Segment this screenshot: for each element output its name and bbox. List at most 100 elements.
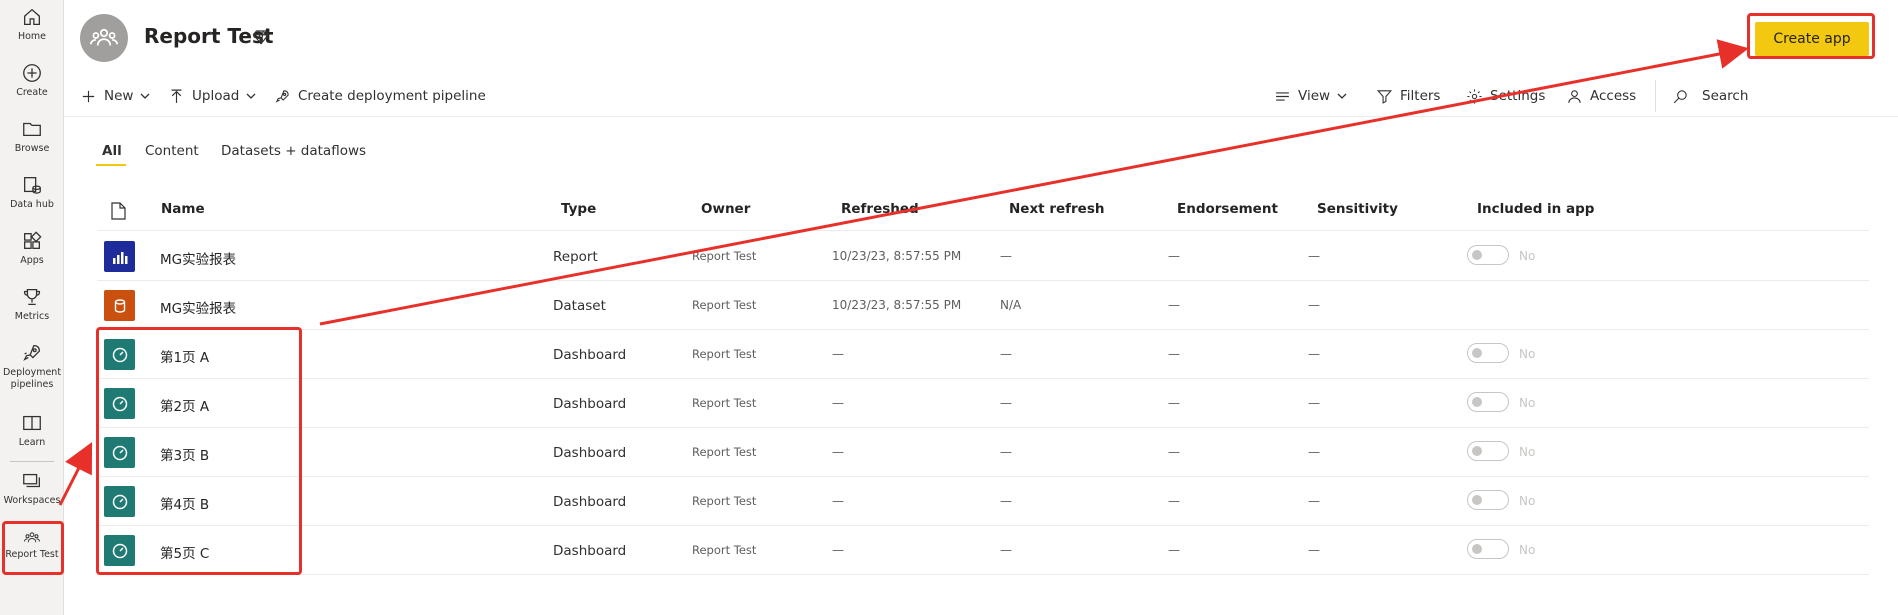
nav-apps[interactable]: Apps [0,230,64,267]
include-in-app-toggle[interactable] [1467,441,1509,461]
toggle-state-label: No [1519,249,1536,263]
trophy-icon [23,289,41,305]
toggle-state-label: No [1519,396,1536,410]
tab-datasets-dataflows[interactable]: Datasets + dataflows [221,143,366,159]
item-type: Dashboard [553,347,627,363]
settings-button[interactable]: Settings [1466,86,1545,106]
row-divider [97,329,1869,330]
item-sensitivity: — [1308,494,1320,508]
dataset-tile [104,290,135,321]
filters-label: Filters [1400,88,1441,104]
toggle-state-label: No [1519,494,1536,508]
column-header-type[interactable]: Type [561,201,596,217]
row-divider [97,427,1869,428]
access-button[interactable]: Access [1566,86,1636,106]
item-next-refresh: — [1000,543,1012,557]
home-icon [24,8,40,25]
workspace-avatar [80,14,128,62]
item-sensitivity: — [1308,396,1320,410]
item-refreshed: — [832,494,844,508]
item-next-refresh: — [1000,347,1012,361]
new-button[interactable]: New [80,86,151,106]
upload-label: Upload [192,88,240,104]
nav-label: Apps [20,255,44,266]
view-button[interactable]: View [1274,86,1348,106]
nav-label: Workspaces [3,495,61,506]
nav-data-hub[interactable]: Data hub [0,174,64,211]
row-divider [97,574,1869,575]
item-type: Dashboard [553,396,627,412]
column-header-sensitivity[interactable]: Sensitivity [1317,201,1398,217]
item-next-refresh: — [1000,494,1012,508]
database-icon [114,298,125,313]
item-type: Dashboard [553,494,627,510]
column-header-owner[interactable]: Owner [701,201,750,217]
item-refreshed: — [832,445,844,459]
filters-button[interactable]: Filters [1376,86,1440,106]
toggle-state-label: No [1519,347,1536,361]
include-in-app-toggle[interactable] [1467,245,1509,265]
person-icon [1568,89,1581,103]
column-header-refreshed[interactable]: Refreshed [841,201,919,217]
tab-content[interactable]: Content [145,143,199,159]
nav-learn[interactable]: Learn [0,412,64,449]
annotation-arrow-to-dashboards [58,441,93,506]
active-tab-indicator [96,164,126,166]
nav-browse[interactable]: Browse [0,118,64,155]
nav-create[interactable]: Create [0,62,64,99]
search-box[interactable]: Search [1672,86,1748,106]
create-deployment-pipeline-button[interactable]: Create deployment pipeline [274,86,486,106]
folder-icon [23,122,41,137]
item-owner: Report Test [692,298,757,312]
plus-circle-icon [23,64,41,82]
nav-deployment-pipelines[interactable]: Deployment pipelines [0,342,64,391]
new-label: New [104,88,134,104]
item-owner: Report Test [692,396,757,410]
item-type: Dashboard [553,445,627,461]
chevron-down-icon [1337,93,1347,99]
filter-icon [1376,89,1393,104]
access-label: Access [1590,88,1637,104]
item-next-refresh: — [1000,396,1012,410]
item-endorsement: — [1168,543,1180,557]
item-endorsement: — [1168,494,1180,508]
include-in-app-toggle[interactable] [1467,392,1509,412]
item-sensitivity: — [1308,298,1320,312]
highlight-box-create-app [1747,13,1875,59]
item-name[interactable]: MG实验报表 [160,248,236,268]
column-header-name[interactable]: Name [161,201,205,217]
nav-label: Create [16,87,48,98]
workspace-group-icon [90,28,118,46]
upload-icon [171,89,182,103]
nav-label: Home [17,31,47,42]
column-header-endorsement[interactable]: Endorsement [1177,201,1278,217]
document-type-icon [111,202,126,220]
column-header-next-refresh[interactable]: Next refresh [1009,201,1104,217]
include-in-app-toggle[interactable] [1467,343,1509,363]
nav-home[interactable]: Home [0,6,64,43]
include-in-app-toggle[interactable] [1467,490,1509,510]
column-header-included-in-app[interactable]: Included in app [1477,201,1594,217]
include-in-app-toggle[interactable] [1467,539,1509,559]
premium-diamond-icon [252,30,270,45]
nav-divider [10,461,54,462]
gear-icon [1467,88,1482,104]
upload-button[interactable]: Upload [168,86,257,106]
bar-chart-icon [112,251,127,264]
settings-label: Settings [1490,88,1546,104]
item-refreshed: 10/23/23, 8:57:55 PM [832,249,962,263]
item-next-refresh: — [1000,249,1012,263]
item-type: Dataset [553,298,606,314]
list-lines-icon [1276,91,1289,101]
item-name[interactable]: MG实验报表 [160,297,236,317]
nav-metrics[interactable]: Metrics [0,286,64,323]
item-type: Dashboard [553,543,627,559]
tab-all[interactable]: All [102,143,122,159]
toggle-state-label: No [1519,445,1536,459]
toolbar-divider [1655,80,1656,112]
item-sensitivity: — [1308,543,1320,557]
item-sensitivity: — [1308,249,1320,263]
item-owner: Report Test [692,445,757,459]
nav-workspaces[interactable]: Workspaces [0,470,64,507]
nav-label: Deployment pipelines [2,367,62,390]
